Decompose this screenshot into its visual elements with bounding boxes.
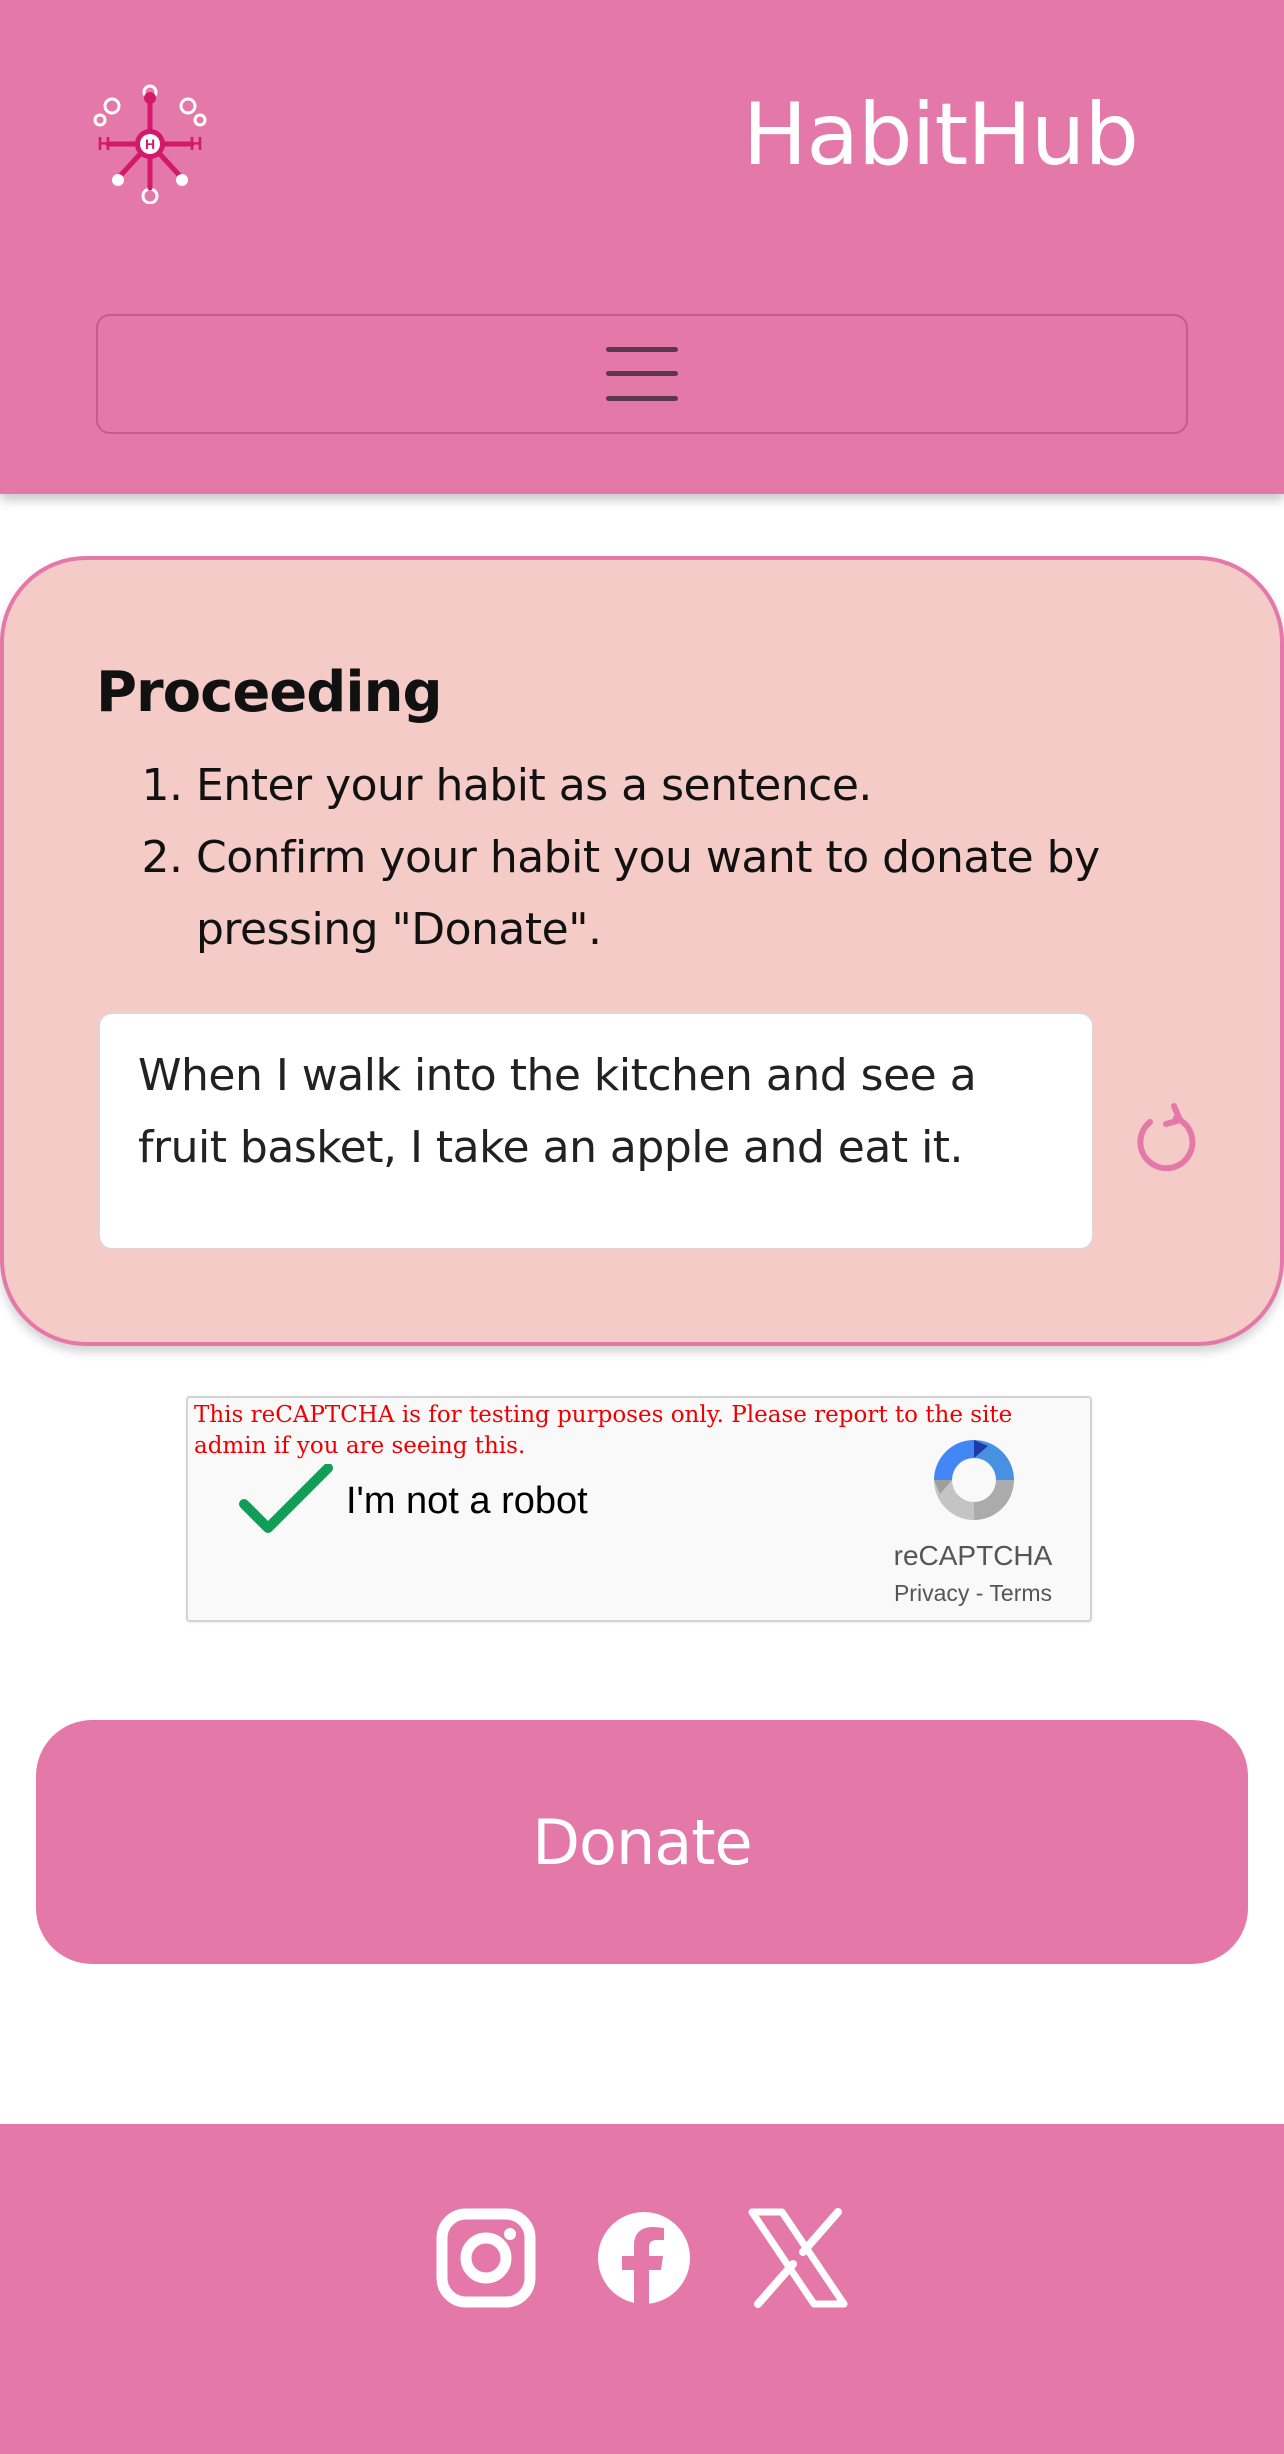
site-header: H H H HabitHub <box>0 0 1284 494</box>
recaptcha-widget: This reCAPTCHA is for testing purposes o… <box>186 1396 1092 1622</box>
step-item: Confirm your habit you want to donate by… <box>196 822 1156 966</box>
steps-list: Enter your habit as a sentence. Confirm … <box>96 750 1156 966</box>
x-icon[interactable] <box>748 2208 848 2308</box>
reset-icon[interactable] <box>1128 1102 1204 1178</box>
svg-text:H: H <box>98 134 111 154</box>
svg-text:H: H <box>145 136 155 152</box>
recaptcha-logo-icon <box>934 1440 1014 1520</box>
recaptcha-brand: reCAPTCHA <box>893 1540 1053 1571</box>
brand-title[interactable]: HabitHub <box>743 92 1139 178</box>
facebook-icon[interactable] <box>594 2208 694 2308</box>
recaptcha-checkbox[interactable] <box>238 1464 334 1540</box>
svg-text:H: H <box>190 134 203 154</box>
recaptcha-terms-link[interactable]: Terms <box>989 1580 1052 1606</box>
habithub-logo-icon[interactable]: H H H <box>90 84 210 204</box>
habit-input[interactable]: When I walk into the kitchen and see a f… <box>98 1012 1094 1250</box>
instagram-icon[interactable] <box>436 2208 536 2308</box>
step-item: Enter your habit as a sentence. <box>196 750 1156 822</box>
donate-button[interactable]: Donate <box>36 1720 1248 1964</box>
recaptcha-privacy-link[interactable]: Privacy <box>894 1580 969 1606</box>
hamburger-menu-icon <box>606 347 678 401</box>
menu-toggle-button[interactable] <box>96 314 1188 434</box>
card-title: Proceeding <box>96 660 443 725</box>
donate-habit-card: Proceeding Enter your habit as a sentenc… <box>0 556 1284 1346</box>
recaptcha-links-separator: - <box>975 1580 984 1606</box>
recaptcha-links: Privacy - Terms <box>848 1580 1098 1607</box>
recaptcha-label: I'm not a robot <box>346 1480 588 1522</box>
